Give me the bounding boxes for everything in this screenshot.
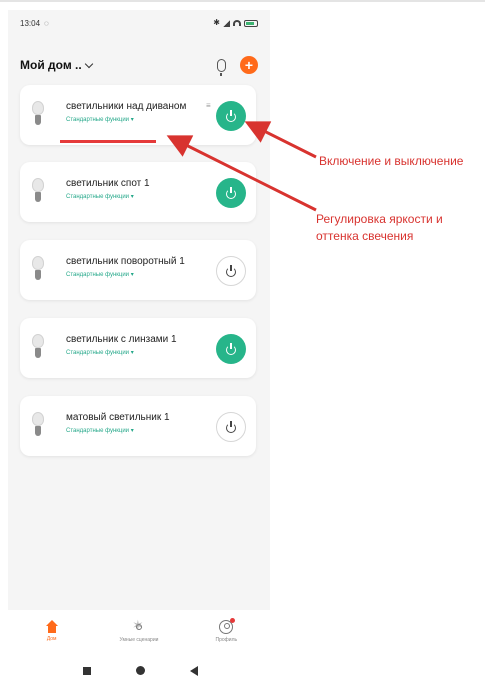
power-icon <box>225 187 237 199</box>
tab-home[interactable]: Дом <box>17 620 87 642</box>
tab-bar: Дом Умные сценарии Профиль <box>8 610 270 660</box>
device-name: светильник с линзами 1 <box>66 334 177 345</box>
bulb-icon <box>30 334 46 362</box>
drag-handle-icon[interactable]: ≡ <box>206 101 211 110</box>
bulb-icon <box>30 101 46 129</box>
notification-icon: ◌ <box>44 18 49 28</box>
bluetooth-icon: ✱ <box>213 18 220 27</box>
highlight-underline <box>60 140 156 143</box>
standard-functions-link[interactable]: Стандартные функции ▾ <box>66 427 134 434</box>
microphone-icon[interactable] <box>217 58 226 76</box>
bulb-icon <box>30 412 46 440</box>
device-card[interactable]: светильник спот 1 Стандартные функции ▾ <box>20 162 256 222</box>
power-icon <box>225 265 237 277</box>
home-icon <box>45 620 59 633</box>
tab-smart-scenes[interactable]: Умные сценарии <box>104 617 174 643</box>
power-button[interactable] <box>216 256 246 286</box>
device-name: светильник поворотный 1 <box>66 256 185 267</box>
tab-profile[interactable]: Профиль <box>191 618 261 643</box>
power-button[interactable] <box>216 412 246 442</box>
home-name: Мой дом .. <box>20 58 82 72</box>
standard-functions-link[interactable]: Стандартные функции ▾ <box>66 193 134 200</box>
power-icon <box>225 110 237 122</box>
tab-label: Дом <box>46 636 57 642</box>
power-icon <box>225 421 237 433</box>
phone-screen: 13:04 ◌ ✱ Мой дом .. + светильники над д… <box>8 10 270 660</box>
power-button[interactable] <box>216 178 246 208</box>
header: Мой дом .. + <box>8 50 270 80</box>
power-icon <box>225 343 237 355</box>
status-bar: 13:04 ◌ ✱ <box>8 10 270 36</box>
chevron-down-icon <box>84 59 93 68</box>
add-device-button[interactable]: + <box>240 56 258 74</box>
back-icon[interactable] <box>189 665 198 676</box>
bulb-icon <box>30 178 46 206</box>
battery-icon <box>244 19 258 27</box>
bulb-icon <box>30 256 46 284</box>
signal-icon <box>223 19 230 27</box>
standard-functions-link[interactable]: Стандартные функции ▾ <box>66 349 134 356</box>
power-button[interactable] <box>216 334 246 364</box>
device-card[interactable]: светильник поворотный 1 Стандартные функ… <box>20 240 256 300</box>
annotation-power: Включение и выключение <box>319 154 464 168</box>
system-nav-bar <box>60 665 220 676</box>
sun-icon <box>132 617 146 634</box>
status-time: 13:04 <box>20 18 41 28</box>
device-name: матовый светильник 1 <box>66 412 170 423</box>
device-name: светильники над диваном <box>66 101 187 112</box>
device-name: светильник спот 1 <box>66 178 150 189</box>
device-card[interactable]: светильники над диваном Стандартные функ… <box>20 85 256 145</box>
standard-functions-link[interactable]: Стандартные функции ▾ <box>66 116 134 123</box>
tab-label: Профиль <box>215 637 238 643</box>
device-card[interactable]: матовый светильник 1 Стандартные функции… <box>20 396 256 456</box>
standard-functions-link[interactable]: Стандартные функции ▾ <box>66 271 134 278</box>
wifi-icon <box>233 20 241 26</box>
device-card[interactable]: светильник с линзами 1 Стандартные функц… <box>20 318 256 378</box>
home-nav-icon[interactable] <box>135 666 145 675</box>
annotation-brightness: Регулировка яркости и оттенка свечения <box>316 212 443 243</box>
tab-label: Умные сценарии <box>119 637 159 643</box>
power-button[interactable] <box>216 101 246 131</box>
top-divider <box>0 0 485 2</box>
home-selector[interactable]: Мой дом .. <box>20 58 93 72</box>
recent-apps-icon[interactable] <box>82 666 91 675</box>
profile-icon <box>219 618 236 634</box>
